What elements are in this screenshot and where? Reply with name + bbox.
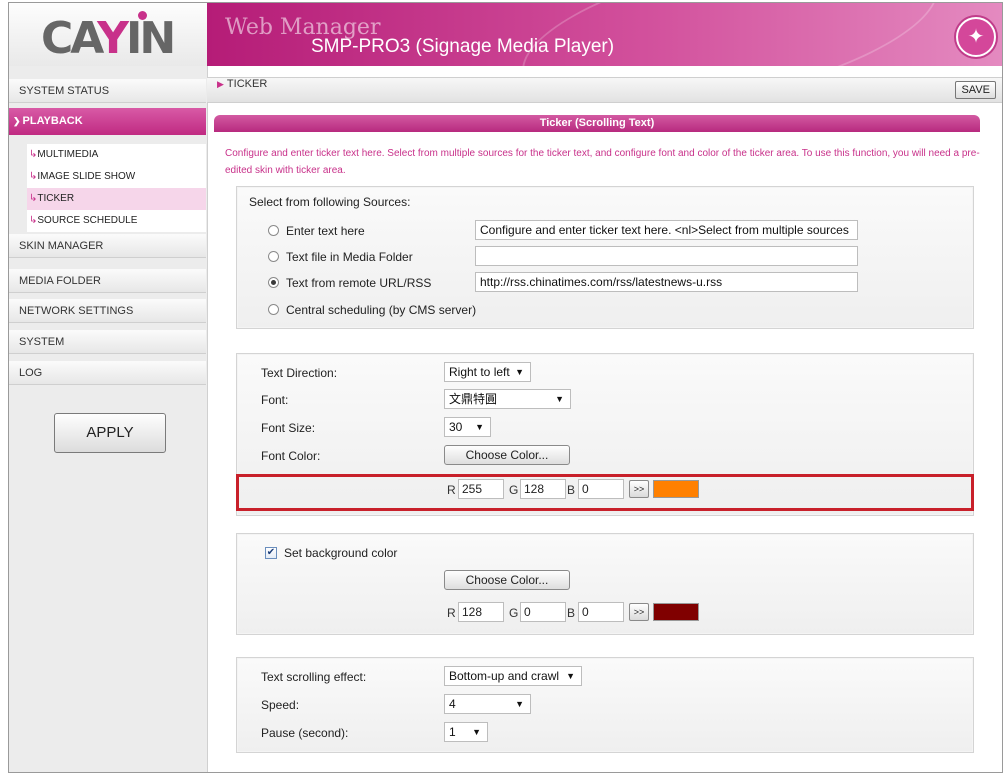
sidebar-item-network-settings[interactable]: NETWORK SETTINGS bbox=[9, 299, 206, 323]
star-emblem-icon: ✦ bbox=[956, 17, 996, 57]
pause-label: Pause (second): bbox=[261, 726, 349, 740]
save-button[interactable]: SAVE bbox=[955, 81, 996, 99]
font-color-label: Font Color: bbox=[261, 449, 321, 463]
bg-g-label: G bbox=[509, 606, 519, 620]
source-label-cms: Central scheduling (by CMS server) bbox=[286, 303, 477, 317]
device-model: SMP-PRO3 (Signage Media Player) bbox=[311, 36, 615, 57]
pause-select[interactable]: 1 ▼ bbox=[444, 722, 488, 742]
font-select[interactable]: 文鼎特圓 ▼ bbox=[444, 389, 571, 409]
text-direction-value: Right to left bbox=[449, 365, 510, 379]
speed-select[interactable]: 4 ▼ bbox=[444, 694, 531, 714]
sidebar-item-system[interactable]: SYSTEM bbox=[9, 330, 206, 354]
bg-b-label: B bbox=[567, 606, 576, 620]
section-title: Ticker (Scrolling Text) bbox=[214, 115, 980, 132]
sidebar-item-label: NETWORK SETTINGS bbox=[19, 305, 134, 317]
sidebar-sub-label: SOURCE SCHEDULE bbox=[37, 215, 138, 226]
highlight-box bbox=[236, 474, 974, 511]
sidebar-item-skin-manager[interactable]: SKIN MANAGER bbox=[9, 234, 206, 258]
sidebar-item-log[interactable]: LOG bbox=[9, 361, 206, 385]
sidebar-sub-image-slide-show[interactable]: ↳IMAGE SLIDE SHOW bbox=[27, 166, 206, 188]
main-content: Ticker (Scrolling Text) bbox=[214, 115, 980, 132]
chevron-down-icon: ▼ bbox=[515, 699, 524, 709]
triangle-right-icon: ▶ bbox=[217, 79, 224, 89]
font-value: 文鼎特圓 bbox=[449, 392, 498, 406]
sidebar-sub-label: TICKER bbox=[37, 193, 75, 204]
source-radio-text-file[interactable] bbox=[268, 251, 279, 262]
expand-arrow-icon: ❯ bbox=[13, 116, 21, 126]
sidebar-item-playback[interactable]: ❯ PLAYBACK bbox=[9, 108, 206, 135]
sidebar-item-media-folder[interactable]: MEDIA FOLDER bbox=[9, 269, 206, 293]
pause-value: 1 bbox=[449, 725, 456, 739]
effect-panel: Text scrolling effect: Bottom-up and cra… bbox=[236, 657, 974, 753]
text-file-input[interactable] bbox=[475, 246, 858, 266]
font-choose-color-button[interactable]: Choose Color... bbox=[444, 445, 570, 465]
scroll-effect-label: Text scrolling effect: bbox=[261, 670, 367, 684]
sidebar-item-label: LOG bbox=[19, 367, 43, 379]
text-direction-select[interactable]: Right to left ▼ bbox=[444, 362, 531, 382]
bg-r-input[interactable]: 128 bbox=[458, 602, 504, 622]
background-color-swatch bbox=[653, 603, 699, 621]
sidebar-sub-label: IMAGE SLIDE SHOW bbox=[37, 171, 136, 182]
cayin-logo: CAYIN bbox=[41, 11, 176, 64]
sidebar-item-label: SYSTEM bbox=[19, 336, 65, 348]
rss-url-input[interactable]: http://rss.chinatimes.com/rss/latestnews… bbox=[475, 272, 858, 292]
sidebar-sub-label: MULTIMEDIA bbox=[37, 149, 99, 160]
breadcrumb-label: TICKER bbox=[226, 78, 268, 90]
bg-r-label: R bbox=[447, 606, 456, 620]
sidebar-item-label: SYSTEM STATUS bbox=[19, 85, 110, 97]
source-label-text-file: Text file in Media Folder bbox=[286, 250, 413, 264]
bg-g-input[interactable]: 0 bbox=[520, 602, 566, 622]
sources-heading: Select from following Sources: bbox=[249, 195, 411, 209]
background-panel: ✔ Set background color Choose Color... R… bbox=[236, 533, 974, 635]
apply-button[interactable]: APPLY bbox=[54, 413, 166, 453]
toolbar: ▶ TICKER SAVE bbox=[207, 77, 1002, 103]
chevron-down-icon: ▼ bbox=[555, 394, 564, 404]
source-radio-url[interactable] bbox=[268, 277, 279, 288]
background-checkbox-label: Set background color bbox=[284, 546, 398, 560]
text-direction-label: Text Direction: bbox=[261, 366, 338, 380]
sidebar: SYSTEM STATUS ❯ PLAYBACK ↳MULTIMEDIA ↳IMA… bbox=[9, 66, 208, 772]
bg-b-input[interactable]: 0 bbox=[578, 602, 624, 622]
background-choose-color-button[interactable]: Choose Color... bbox=[444, 570, 570, 590]
source-label-url: Text from remote URL/RSS bbox=[286, 276, 432, 290]
chevron-down-icon: ▼ bbox=[472, 727, 481, 737]
sidebar-item-label: MEDIA FOLDER bbox=[19, 275, 101, 287]
scroll-effect-select[interactable]: Bottom-up and crawl ▼ bbox=[444, 666, 582, 686]
logo-area: CAYIN bbox=[9, 3, 208, 66]
chevron-down-icon: ▼ bbox=[475, 422, 484, 432]
bg-apply-rgb-button[interactable]: >> bbox=[629, 603, 649, 621]
source-label-text: Enter text here bbox=[286, 224, 365, 238]
breadcrumb: ▶ TICKER bbox=[217, 78, 267, 90]
font-label: Font: bbox=[261, 393, 289, 407]
sidebar-item-system-status[interactable]: SYSTEM STATUS bbox=[9, 79, 206, 103]
sources-panel: Select from following Sources: Enter tex… bbox=[236, 186, 974, 329]
source-radio-cms[interactable] bbox=[268, 304, 279, 315]
sidebar-sub-source-schedule[interactable]: ↳SOURCE SCHEDULE bbox=[27, 210, 206, 232]
sidebar-sub-multimedia[interactable]: ↳MULTIMEDIA bbox=[27, 144, 206, 166]
speed-label: Speed: bbox=[261, 698, 300, 712]
section-description: Configure and enter ticker text here. Se… bbox=[225, 148, 980, 176]
font-size-label: Font Size: bbox=[261, 421, 316, 435]
ticker-text-input[interactable]: Configure and enter ticker text here. <n… bbox=[475, 220, 858, 240]
source-radio-text[interactable] bbox=[268, 225, 279, 236]
chevron-down-icon: ▼ bbox=[515, 367, 524, 377]
font-size-select[interactable]: 30 ▼ bbox=[444, 417, 491, 437]
sidebar-item-label: PLAYBACK bbox=[22, 115, 83, 127]
header-banner: Web Manager SMP-PRO3 (Signage Media Play… bbox=[207, 3, 1002, 140]
chevron-down-icon: ▼ bbox=[566, 671, 575, 681]
sidebar-item-label: SKIN MANAGER bbox=[19, 240, 104, 252]
sidebar-sub-ticker[interactable]: ↳TICKER bbox=[27, 188, 206, 210]
background-checkbox[interactable]: ✔ bbox=[265, 547, 277, 559]
scroll-effect-value: Bottom-up and crawl bbox=[449, 669, 560, 683]
font-size-value: 30 bbox=[449, 420, 463, 434]
speed-value: 4 bbox=[449, 697, 456, 711]
